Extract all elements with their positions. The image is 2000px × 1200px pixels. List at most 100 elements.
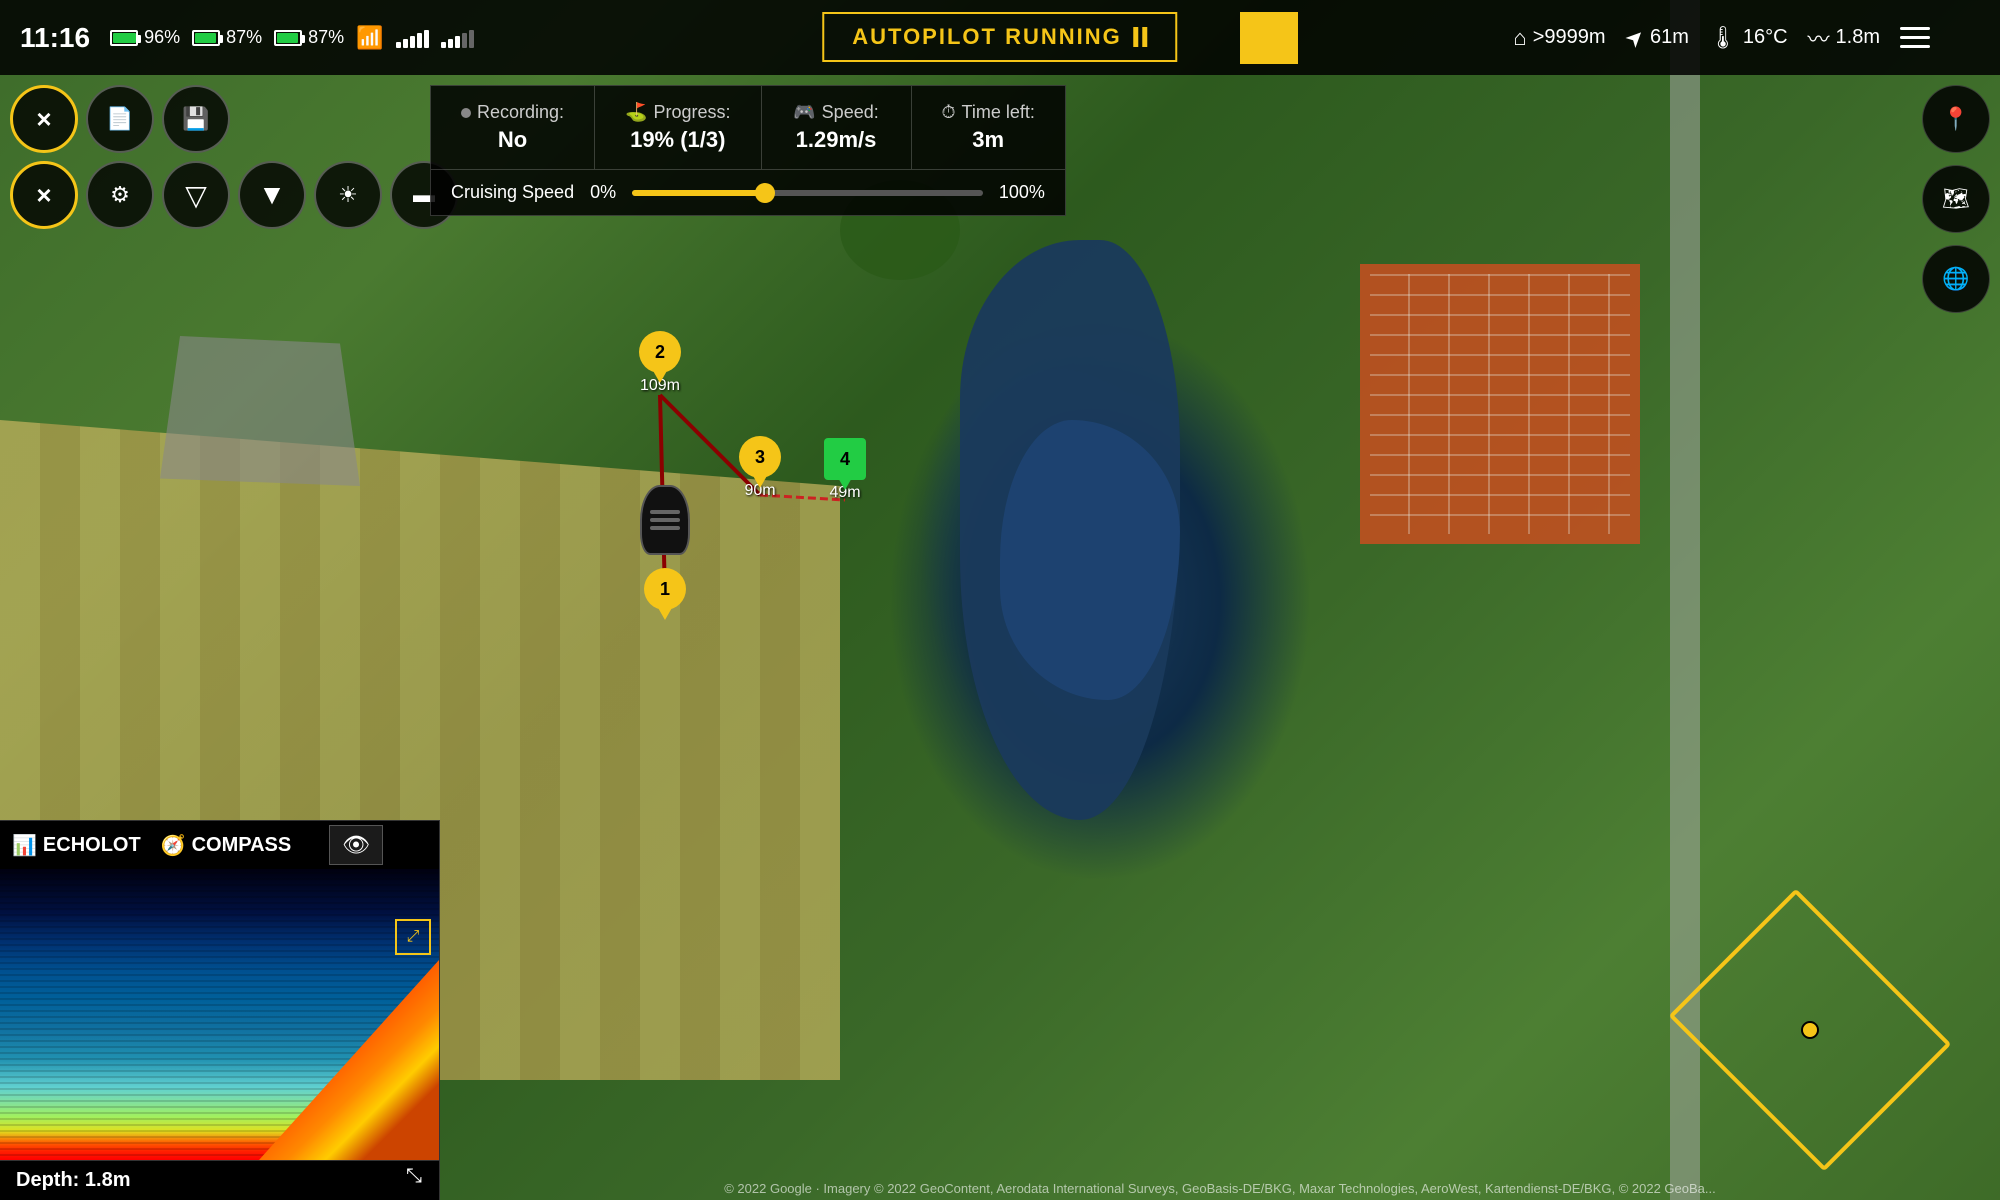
signal-2-bars <box>441 28 474 48</box>
battery-2-pct: 87% <box>226 27 262 48</box>
waypoint-2-marker: 2 <box>639 331 681 373</box>
close-icon-1: × <box>36 104 51 135</box>
sun-button[interactable]: ☀ <box>314 161 382 229</box>
signal-strength: 〰 1.8m <box>1808 22 1880 54</box>
speed-max-label: 100% <box>999 182 1045 203</box>
home-icon: ⌂ <box>1513 25 1526 51</box>
signal-icon: 〰 <box>1808 22 1830 54</box>
autopilot-label: AUTOPILOT RUNNING <box>852 24 1121 50</box>
save-icon: 💾 <box>182 106 209 132</box>
progress-label: ⛳ Progress: <box>625 102 730 123</box>
sonar-background <box>0 869 439 1160</box>
info-top-row: Recording: No ⛳ Progress: 19% (1/3) 🎮 Sp… <box>431 86 1065 170</box>
camera-button[interactable]: 👁 <box>329 825 383 865</box>
compress-icon: ⤡ <box>406 1165 422 1188</box>
target-icon-2: ▼ <box>258 179 286 211</box>
map-type-button[interactable]: 🗺 <box>1922 165 1990 233</box>
speed-label: 🎮 Speed: <box>792 102 881 123</box>
echolot-display: ⤢ <box>0 869 439 1160</box>
waypoint-3[interactable]: 3 90m <box>739 436 781 500</box>
target-button-1[interactable]: ▽ <box>162 161 230 229</box>
waypoint-3-marker: 3 <box>739 436 781 478</box>
expand-button[interactable]: ⤢ <box>395 919 431 955</box>
boat-stripe-1 <box>650 510 680 514</box>
triangle-up-icon <box>1255 27 1283 49</box>
compress-button[interactable]: ⤡ <box>396 1158 432 1194</box>
speed-cell: 🎮 Speed: 1.29m/s <box>762 86 912 169</box>
autopilot-triangle-button[interactable] <box>1240 12 1298 64</box>
mini-map[interactable] <box>1700 940 1920 1120</box>
waypoint-4-marker: 4 <box>824 438 866 480</box>
close-icon-2: × <box>36 180 51 211</box>
speed-icon: 🎮 <box>793 102 815 123</box>
boat-marker <box>640 485 690 555</box>
recording-dot-icon <box>461 108 471 118</box>
waypoint-4[interactable]: 4 49m <box>824 438 866 502</box>
battery-3-icon <box>274 30 302 46</box>
globe-button[interactable]: 🌐 <box>1922 245 1990 313</box>
nav-dist-value: 61m <box>1650 26 1689 49</box>
target-icon-1: ▽ <box>185 179 207 212</box>
left-panel: × 📄 💾 × ⚙ ▽ ▼ ☀ ▬ <box>10 85 458 229</box>
compass-icon: 🧭 <box>161 833 186 858</box>
save-button[interactable]: 💾 <box>162 85 230 153</box>
progress-icon: ⛳ <box>625 102 647 123</box>
mini-map-dot <box>1801 1021 1819 1039</box>
temperature: 🌡 16°C <box>1709 25 1788 51</box>
settings-button[interactable]: ⚙ <box>86 161 154 229</box>
echolot-chart-icon: 📊 <box>12 833 37 858</box>
autopilot-button[interactable]: AUTOPILOT RUNNING <box>822 12 1177 62</box>
progress-value: 19% (1/3) <box>625 127 730 153</box>
timeleft-label: ⏱ Time left: <box>942 102 1035 123</box>
sun-icon: ☀ <box>338 182 358 208</box>
info-panel: Recording: No ⛳ Progress: 19% (1/3) 🎮 Sp… <box>430 85 1066 216</box>
progress-cell: ⛳ Progress: 19% (1/3) <box>595 86 761 169</box>
speed-slider-track[interactable] <box>632 190 983 196</box>
nav-icon: ➤ <box>1619 22 1650 53</box>
document-button[interactable]: 📄 <box>86 85 154 153</box>
panel-row-2: × ⚙ ▽ ▼ ☀ ▬ <box>10 161 458 229</box>
boat-stripe-3 <box>650 526 680 530</box>
timeleft-value: 3m <box>942 127 1035 153</box>
signal-value: 1.8m <box>1836 26 1880 49</box>
depth-label: Depth: 1.8m <box>16 1169 130 1192</box>
document-icon: 📄 <box>106 106 133 132</box>
speed-slider-thumb[interactable] <box>755 183 775 203</box>
close-button-2[interactable]: × <box>10 161 78 229</box>
recording-cell: Recording: No <box>431 86 595 169</box>
speed-pct-label: 0% <box>590 182 616 203</box>
waypoint-1-marker: 1 <box>644 568 686 610</box>
waypoint-2[interactable]: 2 109m <box>639 331 681 395</box>
temp-icon: 🌡 <box>1709 25 1737 51</box>
cruising-speed-label: Cruising Speed <box>451 182 574 203</box>
pause-icon <box>1134 27 1148 47</box>
right-panel: 📍 🗺 🌐 <box>1922 85 1990 313</box>
timeleft-cell: ⏱ Time left: 3m <box>912 86 1065 169</box>
speed-slider-fill <box>632 190 765 196</box>
map-type-icon: 🗺 <box>1942 186 1970 212</box>
boat-stripe-2 <box>650 518 680 522</box>
wifi-icon: 📶 <box>356 25 383 51</box>
target-button-2[interactable]: ▼ <box>238 161 306 229</box>
wifi-group: 📶 <box>356 25 383 51</box>
signal-1-bars <box>396 28 429 48</box>
battery-1-group: 96% <box>110 27 180 48</box>
speed-value: 1.29m/s <box>792 127 881 153</box>
boat-body <box>640 485 690 555</box>
waypoint-1[interactable]: 1 <box>644 568 686 610</box>
echolot-title: 📊 ECHOLOT <box>12 833 141 858</box>
settings-icon: ⚙ <box>110 182 130 208</box>
camera-icon: 👁 <box>342 832 370 858</box>
nav-distance: ➤ 61m <box>1626 25 1689 51</box>
top-right-status: ⌂ >9999m ➤ 61m 🌡 16°C 〰 1.8m <box>1513 0 1940 75</box>
menu-button[interactable] <box>1900 18 1940 58</box>
globe-icon: 🌐 <box>1942 266 1969 292</box>
battery-3-group: 87% <box>274 27 344 48</box>
echolot-header: 📊 ECHOLOT 🧭 COMPASS 👁 <box>0 821 439 869</box>
location-button[interactable]: 📍 <box>1922 85 1990 153</box>
battery-1-icon <box>110 30 138 46</box>
home-distance: ⌂ >9999m <box>1513 25 1605 51</box>
info-bottom-row: Cruising Speed 0% 100% <box>431 170 1065 215</box>
echolot-panel: 📊 ECHOLOT 🧭 COMPASS 👁 ⤢ Depth: 1.8m <box>0 820 440 1200</box>
close-button-1[interactable]: × <box>10 85 78 153</box>
